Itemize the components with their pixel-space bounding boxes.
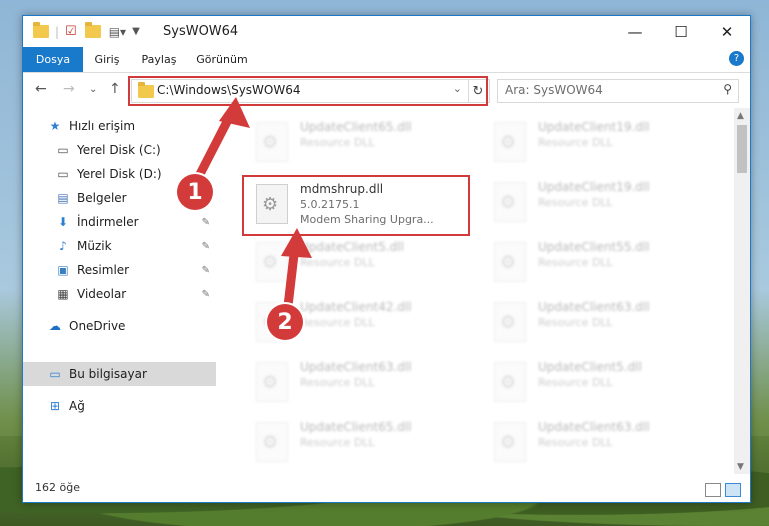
- arrow-2-head: [281, 228, 312, 258]
- step-1-badge: 1: [177, 174, 213, 210]
- step-2-badge: 2: [267, 304, 303, 340]
- annotation-arrows: [192, 97, 312, 311]
